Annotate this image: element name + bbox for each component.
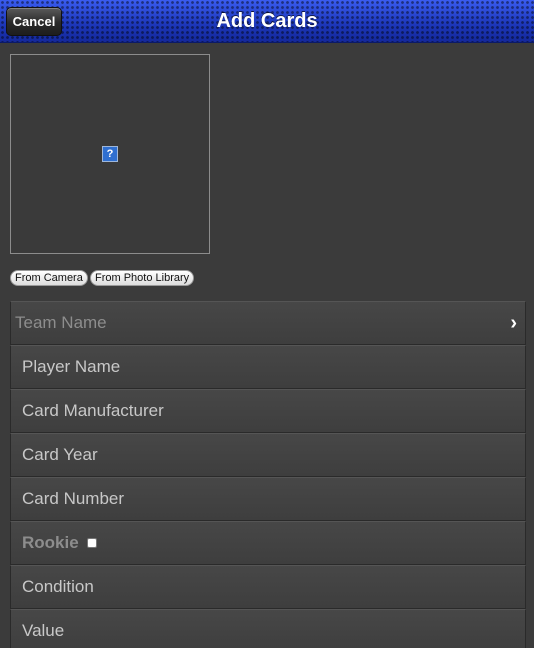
card-manufacturer-placeholder: Card Manufacturer bbox=[22, 401, 164, 420]
rookie-checkbox[interactable] bbox=[87, 537, 98, 548]
page-title: Add Cards bbox=[216, 10, 318, 32]
value-field[interactable]: Value bbox=[10, 609, 526, 648]
add-cards-screen: Cancel Add Cards ? From Camera From Phot… bbox=[0, 0, 534, 648]
card-number-placeholder: Card Number bbox=[22, 489, 125, 508]
cancel-button[interactable]: Cancel bbox=[6, 7, 62, 36]
value-placeholder: Value bbox=[22, 621, 65, 640]
chevron-right-icon: › bbox=[510, 312, 517, 334]
team-name-placeholder: Team Name bbox=[15, 313, 107, 332]
team-name-select[interactable]: Team Name › bbox=[10, 301, 526, 345]
card-form: Team Name › Player Name Card Manufacture… bbox=[10, 301, 526, 648]
condition-field[interactable]: Condition bbox=[10, 565, 526, 609]
card-year-placeholder: Card Year bbox=[22, 445, 98, 464]
card-number-field[interactable]: Card Number bbox=[10, 477, 526, 521]
rookie-row: Rookie bbox=[10, 521, 526, 565]
card-year-field[interactable]: Card Year bbox=[10, 433, 526, 477]
rookie-label: Rookie bbox=[22, 533, 79, 552]
player-name-placeholder: Player Name bbox=[22, 357, 121, 376]
from-photo-library-button[interactable]: From Photo Library bbox=[90, 270, 195, 286]
player-name-field[interactable]: Player Name bbox=[10, 345, 526, 389]
broken-image-icon: ? bbox=[102, 146, 118, 162]
from-camera-button[interactable]: From Camera bbox=[10, 270, 88, 286]
nav-bar: Cancel Add Cards bbox=[0, 0, 534, 43]
condition-placeholder: Condition bbox=[22, 577, 94, 596]
card-manufacturer-field[interactable]: Card Manufacturer bbox=[10, 389, 526, 433]
